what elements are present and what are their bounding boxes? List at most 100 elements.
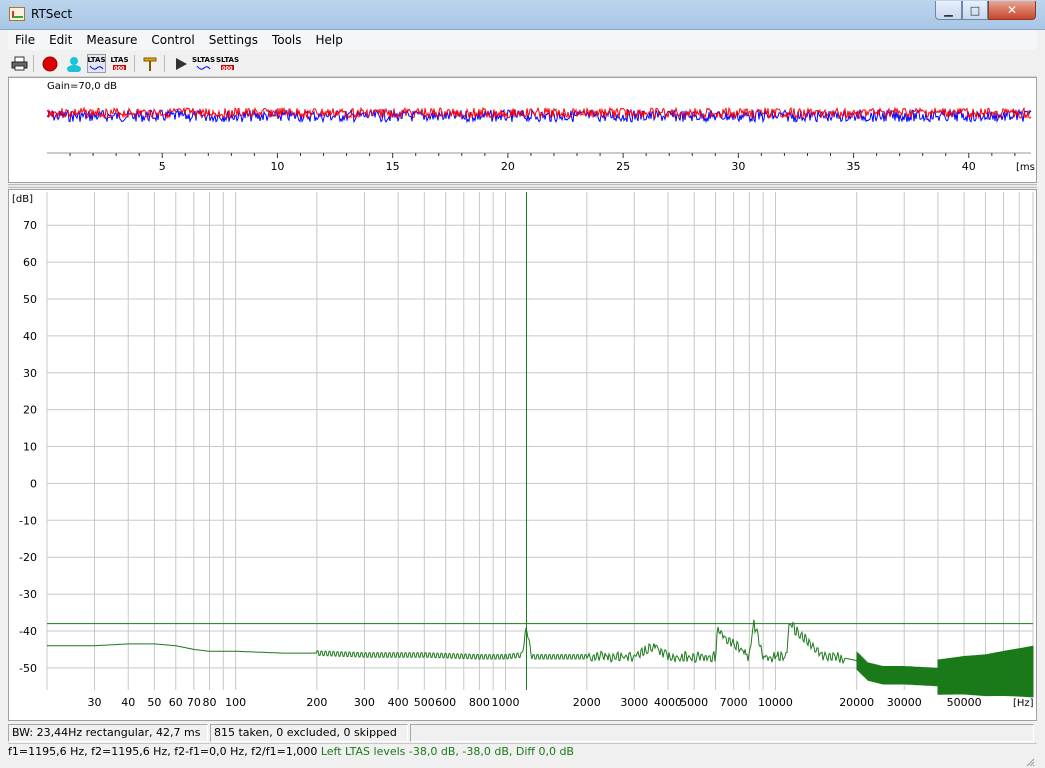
waveform-tick-label: 20	[501, 160, 515, 173]
ltas-view-button[interactable]: LTAS	[87, 54, 106, 73]
ltas-curve-icon	[89, 65, 104, 70]
waveform-tick-label: 10	[270, 160, 284, 173]
sltas-view-button[interactable]: SLTAS	[191, 54, 216, 73]
spectrum-x-tick-label: 80	[202, 696, 216, 709]
spectrum-x-tick-label: 60	[169, 696, 183, 709]
toolbar: LTAS LTAS 000 SLTAS SLTAS 000	[8, 51, 1037, 77]
waveform-tick-label: 35	[847, 160, 861, 173]
panel-splitter[interactable]	[8, 184, 1037, 188]
sltas-levels-label: SLTAS	[215, 55, 240, 64]
spectrum-y-tick-label: -10	[19, 514, 37, 527]
spectrum-y-tick-label: 60	[23, 256, 37, 269]
spectrum-x-tick-label: 30	[88, 696, 102, 709]
spectrum-y-tick-label: 30	[23, 367, 37, 380]
maximize-button[interactable]: □	[962, 1, 988, 20]
menu-bar: File Edit Measure Control Settings Tools…	[8, 30, 1037, 50]
spectrum-x-tick-label: 3000	[620, 696, 648, 709]
status-freqs: f1=1195,6 Hz, f2=1195,6 Hz, f2-f1=0,0 Hz…	[8, 745, 318, 758]
spectrum-y-unit-label: [dB]	[12, 194, 33, 205]
print-button[interactable]	[10, 54, 29, 73]
status-ltas-levels: Left LTAS levels -38,0 dB, -38,0 dB, Dif…	[320, 745, 574, 758]
waveform-tick-label: 25	[616, 160, 630, 173]
status-bar-secondary: f1=1195,6 Hz, f2=1195,6 Hz, f2-f1=0,0 Hz…	[8, 743, 1037, 760]
menu-measure[interactable]: Measure	[79, 33, 144, 47]
spectrum-x-tick-label: 30000	[887, 696, 922, 709]
marker-icon	[143, 57, 156, 71]
spectrum-x-tick-label: 10000	[758, 696, 793, 709]
sltas-label: SLTAS	[191, 55, 216, 64]
spectrum-x-tick-label: 4000	[654, 696, 682, 709]
resize-grip-icon[interactable]	[1025, 757, 1035, 767]
spectrum-x-tick-label: 200	[306, 696, 327, 709]
status-counts: 815 taken, 0 excluded, 0 skipped	[210, 724, 408, 742]
sltas-levels-icon: 000	[221, 64, 234, 71]
menu-settings[interactable]: Settings	[202, 33, 265, 47]
spectrum-x-tick-label: 20000	[839, 696, 874, 709]
spectrum-x-tick-label: 5000	[680, 696, 708, 709]
minimize-button[interactable]: ▁	[935, 1, 962, 20]
spectrum-x-tick-label: 50	[147, 696, 161, 709]
waveform-panel[interactable]: Gain=70,0 dB 510152025303540[ms]	[8, 77, 1037, 183]
spectrum-y-tick-label: -30	[19, 588, 37, 601]
waveform-tick-label: 40	[962, 160, 976, 173]
play-button[interactable]	[171, 54, 190, 73]
menu-control[interactable]: Control	[144, 33, 201, 47]
waveform-tick-label: 30	[731, 160, 745, 173]
waveform-tick-label: 5	[159, 160, 166, 173]
play-icon	[175, 57, 187, 70]
spectrum-x-tick-label: 500	[414, 696, 435, 709]
ltas-levels-button[interactable]: LTAS 000	[110, 54, 129, 73]
spectrum-y-tick-label: -20	[19, 551, 37, 564]
spectrum-y-tick-label: 70	[23, 219, 37, 232]
spectrum-y-tick-label: 20	[23, 404, 37, 417]
window-title: RTSect	[31, 7, 73, 21]
spectrum-x-tick-label: 40	[121, 696, 135, 709]
menu-edit[interactable]: Edit	[42, 33, 79, 47]
spectrum-x-tick-label: 400	[388, 696, 409, 709]
spectrum-y-tick-label: -50	[19, 662, 37, 675]
user-button[interactable]	[64, 54, 83, 73]
close-button[interactable]: ✕	[988, 1, 1036, 20]
sltas-levels-button[interactable]: SLTAS 000	[215, 54, 240, 73]
status-extra	[410, 724, 1034, 742]
spectrum-x-tick-label: 50000	[947, 696, 982, 709]
spectrum-x-unit-label: [Hz]	[1013, 698, 1034, 709]
waveform-plot: 5 10 15 20 25 30 35 40 [ms]	[46, 106, 1036, 173]
svg-text:000: 000	[114, 66, 125, 71]
spectrum-y-tick-label: 50	[23, 293, 37, 306]
spectrum-x-tick-label: 300	[354, 696, 375, 709]
user-icon	[66, 56, 81, 72]
waveform-unit-label: [ms]	[1016, 162, 1036, 173]
status-bar: BW: 23,44Hz rectangular, 42,7 ms 815 tak…	[8, 724, 1037, 742]
menu-file[interactable]: File	[8, 33, 42, 47]
status-bandwidth: BW: 23,44Hz rectangular, 42,7 ms	[8, 724, 208, 742]
spectrum-x-tick-label: 600	[435, 696, 456, 709]
svg-text:000: 000	[222, 66, 233, 71]
menu-tools[interactable]: Tools	[265, 33, 309, 47]
spectrum-x-tick-label: 70	[187, 696, 201, 709]
app-icon	[9, 7, 25, 21]
spectrum-panel[interactable]: 70 60 50 40 30 20 10 0 -10 -20 -30 -40 -50 30 40 50 60 70…	[8, 189, 1037, 721]
spectrum-y-tick-label: 10	[23, 441, 37, 454]
spectrum-chart: 706050403020100-10-20-30-40-5030 40 50 60 70…	[12, 192, 1034, 709]
ltas-label: LTAS	[87, 55, 106, 64]
title-bar: RTSect ▁ □ ✕	[0, 0, 1045, 30]
spectrum-y-tick-label: 40	[23, 330, 37, 343]
spectrum-x-tick-label: 7000	[720, 696, 748, 709]
spectrum-noise-band	[856, 645, 1034, 698]
ltas-levels-label: LTAS	[110, 55, 129, 64]
record-button[interactable]	[40, 54, 59, 73]
menu-help[interactable]: Help	[309, 33, 350, 47]
spectrum-x-tick-label: 2000	[573, 696, 601, 709]
marker-button[interactable]	[140, 54, 159, 73]
spectrum-y-tick-label: 0	[30, 477, 37, 490]
sltas-curve-icon	[196, 65, 211, 70]
ltas-levels-icon: 000	[113, 64, 126, 71]
printer-icon	[11, 56, 28, 71]
waveform-tick-label: 15	[386, 160, 400, 173]
spectrum-x-tick-label: 100	[225, 696, 246, 709]
spectrum-x-tick-label: 800	[469, 696, 490, 709]
spectrum-y-tick-label: -40	[19, 625, 37, 638]
record-icon	[42, 56, 57, 71]
spectrum-x-tick-label: 1000	[492, 696, 520, 709]
